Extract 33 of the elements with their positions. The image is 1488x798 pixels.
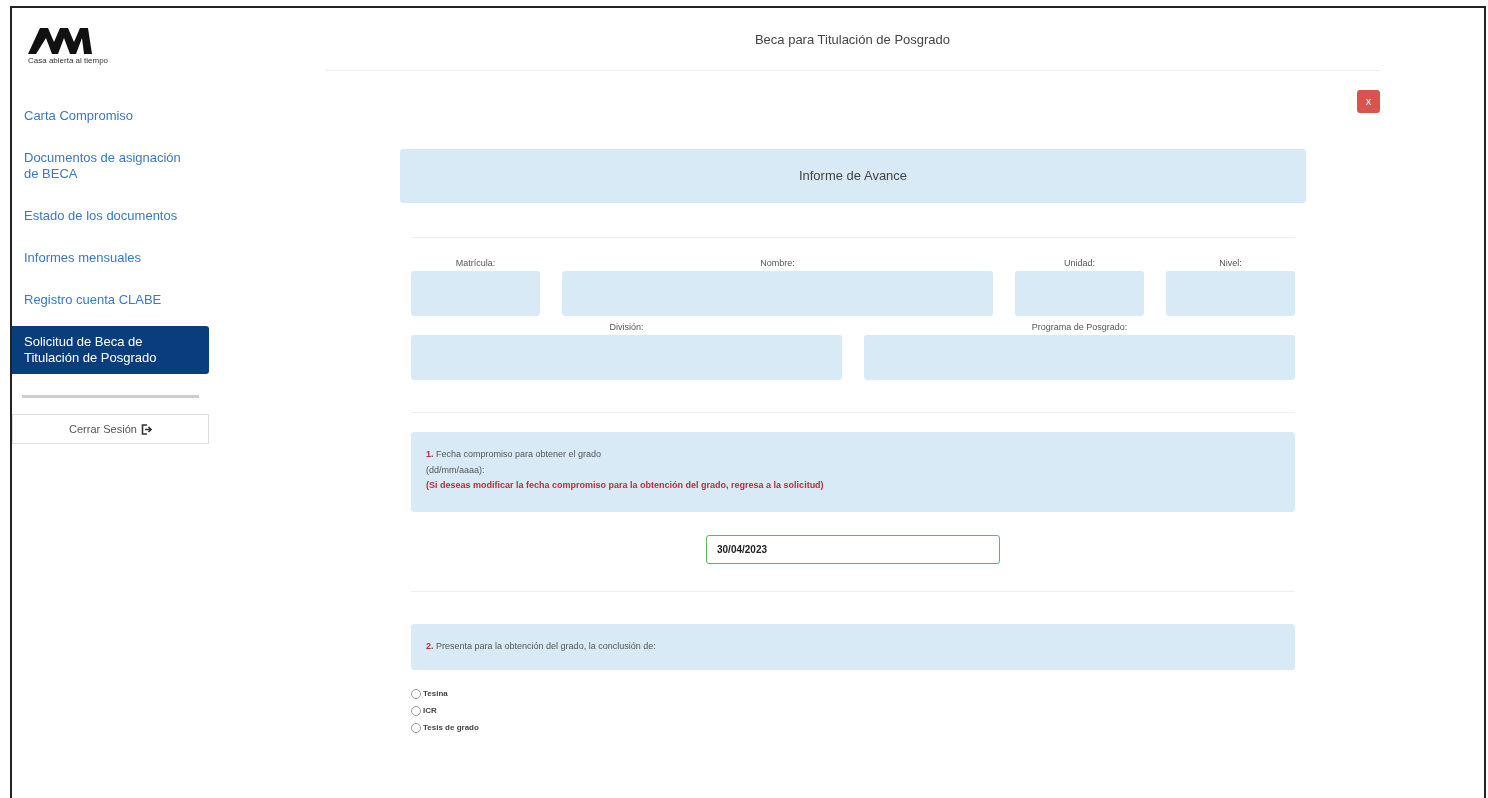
field-label: Matrícula: bbox=[455, 258, 496, 269]
option-label: Tesis de grado bbox=[423, 722, 479, 734]
banner-title: Informe de Avance bbox=[798, 167, 908, 186]
input-field[interactable] bbox=[1015, 271, 1144, 316]
question-text: 2. Presenta para la obtención del grado, la conclusión de: bbox=[426, 640, 656, 654]
sidebar-item[interactable]: Carta Compromiso bbox=[12, 100, 209, 132]
option-label: ICR bbox=[423, 705, 437, 717]
logo-icon bbox=[28, 28, 92, 54]
input-field[interactable] bbox=[864, 335, 1295, 380]
field-label: División: bbox=[609, 322, 644, 333]
logout-icon bbox=[140, 423, 152, 435]
sidebar-item[interactable]: Registro cuenta CLABE bbox=[12, 284, 209, 316]
input-field[interactable] bbox=[562, 271, 993, 316]
option-label: Tesina bbox=[423, 688, 448, 700]
sidebar-item[interactable]: Documentos de asignación de BECA bbox=[12, 142, 209, 190]
close-button[interactable]: x bbox=[1357, 90, 1380, 113]
page-title: Beca para Titulación de Posgrado bbox=[754, 31, 951, 50]
field-label: Nivel: bbox=[1219, 258, 1242, 269]
input-field[interactable] bbox=[411, 335, 842, 380]
question-text: 1. Fecha compromiso para obtener el grado bbox=[426, 448, 603, 461]
field-label: Unidad: bbox=[1064, 258, 1095, 269]
input-field[interactable] bbox=[411, 271, 540, 316]
field-label: Nombre: bbox=[760, 258, 795, 269]
date-format-hint: (dd/mm/aaaa): bbox=[426, 463, 486, 477]
field-label: Programa de Posgrado: bbox=[1031, 322, 1128, 333]
date-field[interactable]: 30/04/2023 bbox=[706, 535, 1000, 564]
logout-button[interactable]: Cerrar Sesión bbox=[12, 414, 209, 444]
input-field[interactable] bbox=[1166, 271, 1295, 316]
sidebar-item[interactable]: Solicitud de Beca de Titulación de Posgrado bbox=[12, 326, 209, 374]
sidebar-item[interactable]: Estado de los documentos bbox=[12, 200, 209, 232]
logo-tagline: Casa abierta al tiempo bbox=[28, 56, 109, 65]
sidebar-item[interactable]: Informes mensuales bbox=[12, 242, 209, 274]
warning-note: (Si deseas modificar la fecha compromiso para la obtención del grado, regresa a la solicitud) bbox=[426, 479, 825, 492]
